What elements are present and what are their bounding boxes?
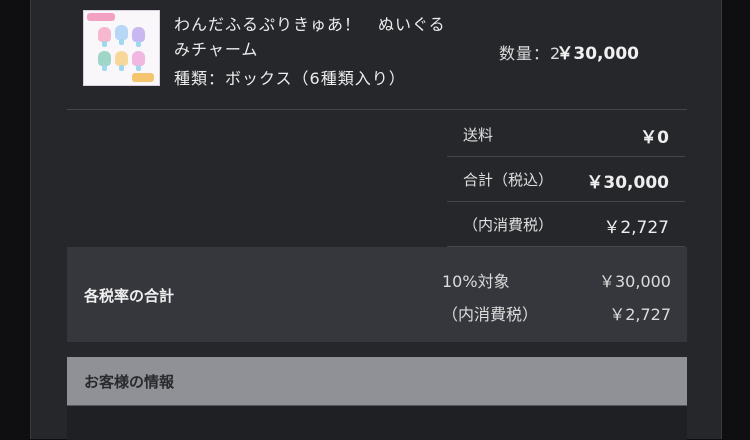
plush-purple [132, 27, 145, 47]
shipping-row: 送料 ￥0 [447, 112, 685, 157]
tax-rate-tax-value: ￥2,727 [609, 305, 671, 324]
product-price: ￥30,000 [556, 44, 639, 64]
logo-mark-secondary [132, 73, 154, 82]
item-divider [67, 109, 687, 110]
consumption-tax-value: ￥2,727 [603, 218, 669, 238]
consumption-tax-label: （内消費税） [463, 216, 554, 234]
shipping-label: 送料 [463, 126, 494, 144]
plush-yellow [115, 51, 128, 71]
plush-teal [98, 51, 111, 71]
product-variant: 種類：ボックス（6種類入り） [174, 69, 406, 88]
tax-rate-label: 10%対象 [442, 272, 510, 291]
tax-rate-value: ￥30,000 [599, 272, 671, 291]
product-name[interactable]: わんだふるぷりきゅあ！ ぬいぐるみチャーム [174, 12, 454, 62]
tax-rate-title: 各税率の合計 [84, 287, 175, 305]
tax-rate-summary: 各税率の合計 10%対象 ￥30,000 （内消費税） ￥2,727 [67, 247, 687, 342]
total-value: ￥30,000 [586, 173, 669, 193]
customer-info-title: お客様の情報 [84, 373, 175, 391]
logo-mark [87, 13, 115, 21]
order-panel: わんだふるぷりきゅあ！ ぬいぐるみチャーム 種類：ボックス（6種類入り） 数量：… [30, 0, 722, 440]
consumption-tax-row: （内消費税） ￥2,727 [447, 202, 685, 247]
total-label: 合計（税込） [463, 171, 554, 189]
customer-info-header: お客様の情報 [67, 357, 687, 405]
tax-rate-tax-label: （内消費税） [442, 305, 539, 324]
total-row: 合計（税込） ￥30,000 [447, 157, 685, 202]
customer-info-body [67, 405, 687, 440]
product-thumbnail[interactable] [83, 10, 160, 86]
shipping-value: ￥0 [640, 128, 669, 148]
plush-blue [115, 25, 128, 45]
plush-pink [98, 27, 111, 47]
product-quantity: 数量：2 [499, 44, 562, 63]
plush-magenta [132, 51, 145, 71]
